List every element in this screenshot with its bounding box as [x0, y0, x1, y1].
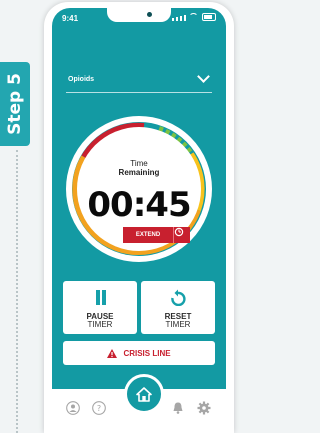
notch [107, 8, 171, 22]
bell-icon[interactable] [171, 401, 185, 415]
warning-icon [107, 348, 118, 358]
reset-label-2: TIMER [165, 320, 191, 329]
signal-icon [172, 18, 174, 21]
status-bar: 9:41 [52, 8, 226, 26]
status-icons [172, 13, 216, 21]
chevron-down-icon [197, 70, 210, 83]
home-icon [136, 386, 152, 402]
step-tab: Step 5 [0, 62, 30, 146]
dial-face: Time Remaining 00:45 EXTEND [77, 127, 201, 251]
time-label: Time [130, 159, 148, 168]
step-divider [16, 150, 18, 433]
profile-icon[interactable] [66, 401, 80, 415]
pause-timer-button[interactable]: PAUSE TIMER [63, 281, 137, 334]
step-label: Step 5 [5, 73, 25, 135]
signal-icon [176, 17, 178, 21]
reset-icon [171, 289, 186, 306]
pause-icon [94, 290, 107, 305]
pause-label-2: TIMER [87, 320, 113, 329]
phone-frame: 9:41 Opioids Time Remaining 00:45 EXTEND… [44, 2, 234, 433]
timer-dial: Time Remaining 00:45 EXTEND [64, 114, 214, 264]
crisis-line-button[interactable]: CRISIS LINE [63, 341, 215, 365]
battery-icon [202, 13, 216, 21]
app-screen: 9:41 Opioids Time Remaining 00:45 EXTEND… [52, 8, 226, 433]
timer-controls: PAUSE TIMER RESET TIMER [63, 281, 215, 334]
countdown-value: 00:45 [87, 185, 191, 225]
extend-button[interactable]: EXTEND [123, 227, 173, 243]
extend-timer-icon[interactable] [173, 227, 190, 243]
wifi-icon [189, 13, 198, 21]
substance-dropdown[interactable]: Opioids [66, 70, 212, 93]
help-icon[interactable]: ? [92, 401, 106, 415]
camera-icon [147, 12, 152, 17]
svg-text:?: ? [97, 404, 101, 413]
home-button[interactable] [124, 374, 164, 414]
signal-icon [180, 16, 182, 21]
reset-timer-button[interactable]: RESET TIMER [141, 281, 215, 334]
dropdown-value: Opioids [68, 76, 95, 83]
gear-icon[interactable] [197, 401, 211, 415]
status-time: 9:41 [62, 14, 79, 23]
extend-label: EXTEND [135, 232, 161, 238]
signal-icon [184, 15, 186, 21]
crisis-label: CRISIS LINE [123, 348, 171, 358]
remaining-label: Remaining [118, 168, 160, 177]
